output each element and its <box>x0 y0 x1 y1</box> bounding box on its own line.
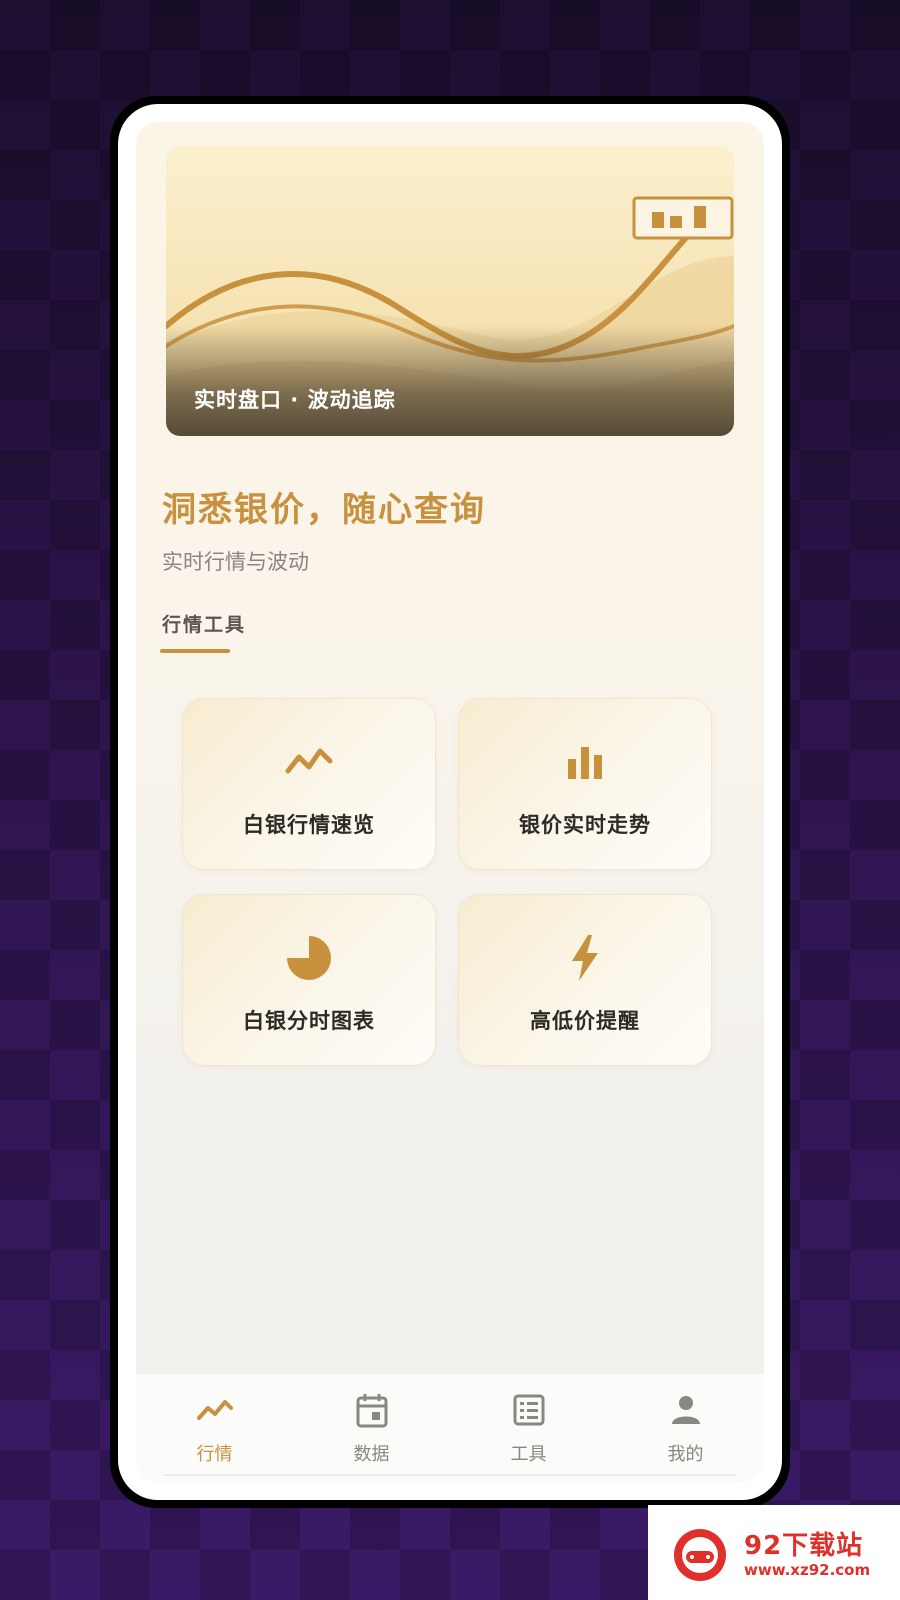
pie-chart-icon <box>287 936 331 980</box>
calendar-icon <box>356 1394 387 1428</box>
line-chart-icon <box>285 748 333 774</box>
tool-tile-label: 白银分时图表 <box>243 1009 375 1033</box>
tab-label: 我的 <box>667 1444 704 1465</box>
phone-frame: 实时盘口 · 波动追踪 洞悉银价，随心查询 实时行情与波动 行情工具 白银行情速… <box>110 96 790 1508</box>
phone-screen: 实时盘口 · 波动追踪 洞悉银价，随心查询 实时行情与波动 行情工具 白银行情速… <box>118 104 782 1500</box>
tab-label: 工具 <box>510 1444 547 1465</box>
hero-banner[interactable]: 实时盘口 · 波动追踪 <box>166 146 734 436</box>
list-icon <box>513 1394 544 1426</box>
tab-profile[interactable]: 我的 <box>607 1384 764 1474</box>
watermark-url: www.xz92.com <box>744 1561 871 1579</box>
page-headline: 洞悉银价，随心查询 <box>162 490 486 530</box>
bar-chart-icon <box>568 747 602 779</box>
banner-caption: 实时盘口 · 波动追踪 <box>194 388 396 412</box>
tab-bar-divider <box>164 1474 736 1476</box>
page-subhead: 实时行情与波动 <box>162 550 309 574</box>
lightning-icon <box>572 935 598 981</box>
tool-tile-label: 银价实时走势 <box>519 813 651 837</box>
banner-shade <box>166 326 734 436</box>
tool-tile-label: 白银行情速览 <box>243 813 375 837</box>
tab-label: 行情 <box>196 1444 233 1465</box>
gamepad-logo-icon <box>674 1529 726 1581</box>
tool-tile-label: 高低价提醒 <box>530 1009 640 1033</box>
mini-chart-icon <box>632 196 734 240</box>
watermark-badge: 92下载站 www.xz92.com <box>648 1505 900 1600</box>
tool-tile-price-alert[interactable]: 高低价提醒 <box>458 894 712 1066</box>
tab-market[interactable]: 行情 <box>136 1384 293 1474</box>
watermark-title: 92下载站 <box>744 1531 864 1561</box>
tool-tile-price-trend[interactable]: 银价实时走势 <box>458 698 712 870</box>
bottom-tab-bar: 行情 数据 工具 我的 <box>136 1373 764 1482</box>
trend-icon <box>196 1400 233 1420</box>
tool-tile-silver-overview[interactable]: 白银行情速览 <box>182 698 436 870</box>
tool-tile-intraday-chart[interactable]: 白银分时图表 <box>182 894 436 1066</box>
app-root: 实时盘口 · 波动追踪 洞悉银价，随心查询 实时行情与波动 行情工具 白银行情速… <box>136 122 764 1482</box>
tab-data[interactable]: 数据 <box>293 1384 450 1474</box>
tab-label: 数据 <box>353 1444 390 1465</box>
section-title-tools: 行情工具 <box>162 614 247 636</box>
user-icon <box>671 1396 700 1424</box>
section-underline <box>160 649 230 653</box>
tab-tools[interactable]: 工具 <box>450 1384 607 1474</box>
